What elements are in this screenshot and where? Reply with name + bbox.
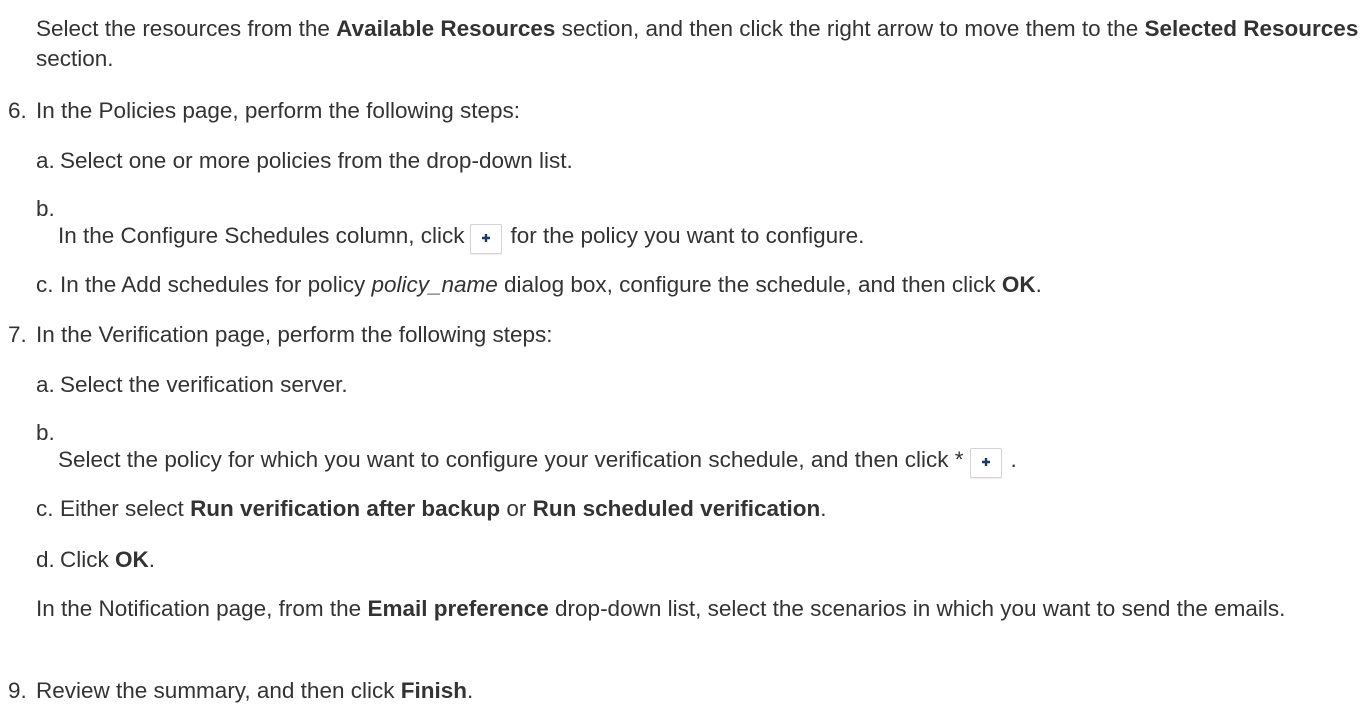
step-number: 5. [8, 14, 36, 44]
available-resources-term: Available Resources [336, 16, 556, 41]
substep-7c: c. Either select Run verification after b… [36, 494, 1356, 524]
substep-text: . [148, 547, 156, 572]
substep-6c: c. In the Add schedules for policy policy… [36, 270, 1356, 300]
step-7: 7. In the Verification page, perform the … [8, 320, 1364, 350]
substep-6b: In the Configure Schedules column, click… [58, 221, 1348, 254]
substep-letter: d. [36, 547, 55, 572]
substep-7b-letter-line: b. [36, 418, 1356, 448]
plus-icon [482, 234, 491, 242]
substep-6b-letter-line: b. [36, 194, 1356, 224]
step-number: 8. [8, 594, 36, 624]
substep-6a: a. Select one or more policies from the d… [36, 146, 1356, 176]
substep-text: Click [60, 547, 115, 572]
step-9: 9. Review the summary, and then click Fin… [8, 676, 1364, 706]
substep-letter: a. [36, 372, 55, 397]
step-number: 9. [8, 678, 27, 703]
step-5: 5.Select the resources from the Availabl… [8, 14, 1364, 74]
step-text: . [466, 678, 474, 703]
step-text: In the Notification page, from the [36, 596, 368, 621]
substep-letter: b. [36, 420, 55, 445]
run-verification-after-backup-term: Run verification after backup [190, 496, 501, 521]
ok-term: OK [1001, 272, 1036, 297]
substep-text: or [500, 496, 533, 521]
substep-letter: a. [36, 148, 55, 173]
policy-name-term: policy_name [371, 272, 498, 297]
substep-7b: Select the policy for which you want to … [58, 445, 1358, 478]
substep-letter: c. [36, 272, 54, 297]
substep-text: dialog box, configure the schedule, and … [497, 272, 1002, 297]
substep-text: for the policy you want to configure. [510, 223, 865, 248]
step-number: 6. [8, 98, 27, 123]
step-6: 6. In the Policies page, perform the foll… [8, 96, 1364, 126]
substep-text: . [1010, 447, 1017, 472]
plus-icon [982, 458, 991, 466]
substep-text: In the Configure Schedules column, click [58, 223, 465, 248]
run-scheduled-verification-term: Run scheduled verification [532, 496, 821, 521]
substep-text: Select the verification server. [60, 372, 348, 397]
step-number: 7. [8, 322, 27, 347]
step-text: In the Verification page, perform the fo… [36, 322, 553, 347]
substep-text: Either select [60, 496, 191, 521]
step-text: section. [36, 46, 114, 71]
add-verification-schedule-button[interactable] [970, 448, 1003, 478]
step-text: Select the resources from the [36, 16, 337, 41]
ok-term: OK [115, 547, 149, 572]
substep-text: . [820, 496, 827, 521]
step-text: In the Policies page, perform the follow… [36, 98, 521, 123]
substep-text: In the Add schedules for policy [60, 272, 372, 297]
document-page: 5.Select the resources from the Availabl… [0, 0, 1372, 719]
step-8: 8.In the Notification page, from the Ema… [8, 594, 1364, 624]
substep-7d: d. Click OK. [36, 545, 1356, 575]
finish-term: Finish [400, 678, 467, 703]
substep-letter: b. [36, 196, 55, 221]
substep-text: Select one or more policies from the dro… [60, 148, 573, 173]
substep-letter: c. [36, 496, 54, 521]
step-text: Review the summary, and then click [36, 678, 401, 703]
step-text: section, and then click the right arrow … [555, 16, 1145, 41]
substep-text: . [1035, 272, 1042, 297]
email-preference-term: Email preference [367, 596, 549, 621]
step-text: drop-down list, select the scenarios in … [548, 596, 1286, 621]
substep-text: Select the policy for which you want to … [58, 447, 964, 472]
selected-resources-term: Selected Resources [1144, 16, 1359, 41]
add-schedule-button[interactable] [470, 224, 503, 254]
substep-7a: a. Select the verification server. [36, 370, 1356, 400]
